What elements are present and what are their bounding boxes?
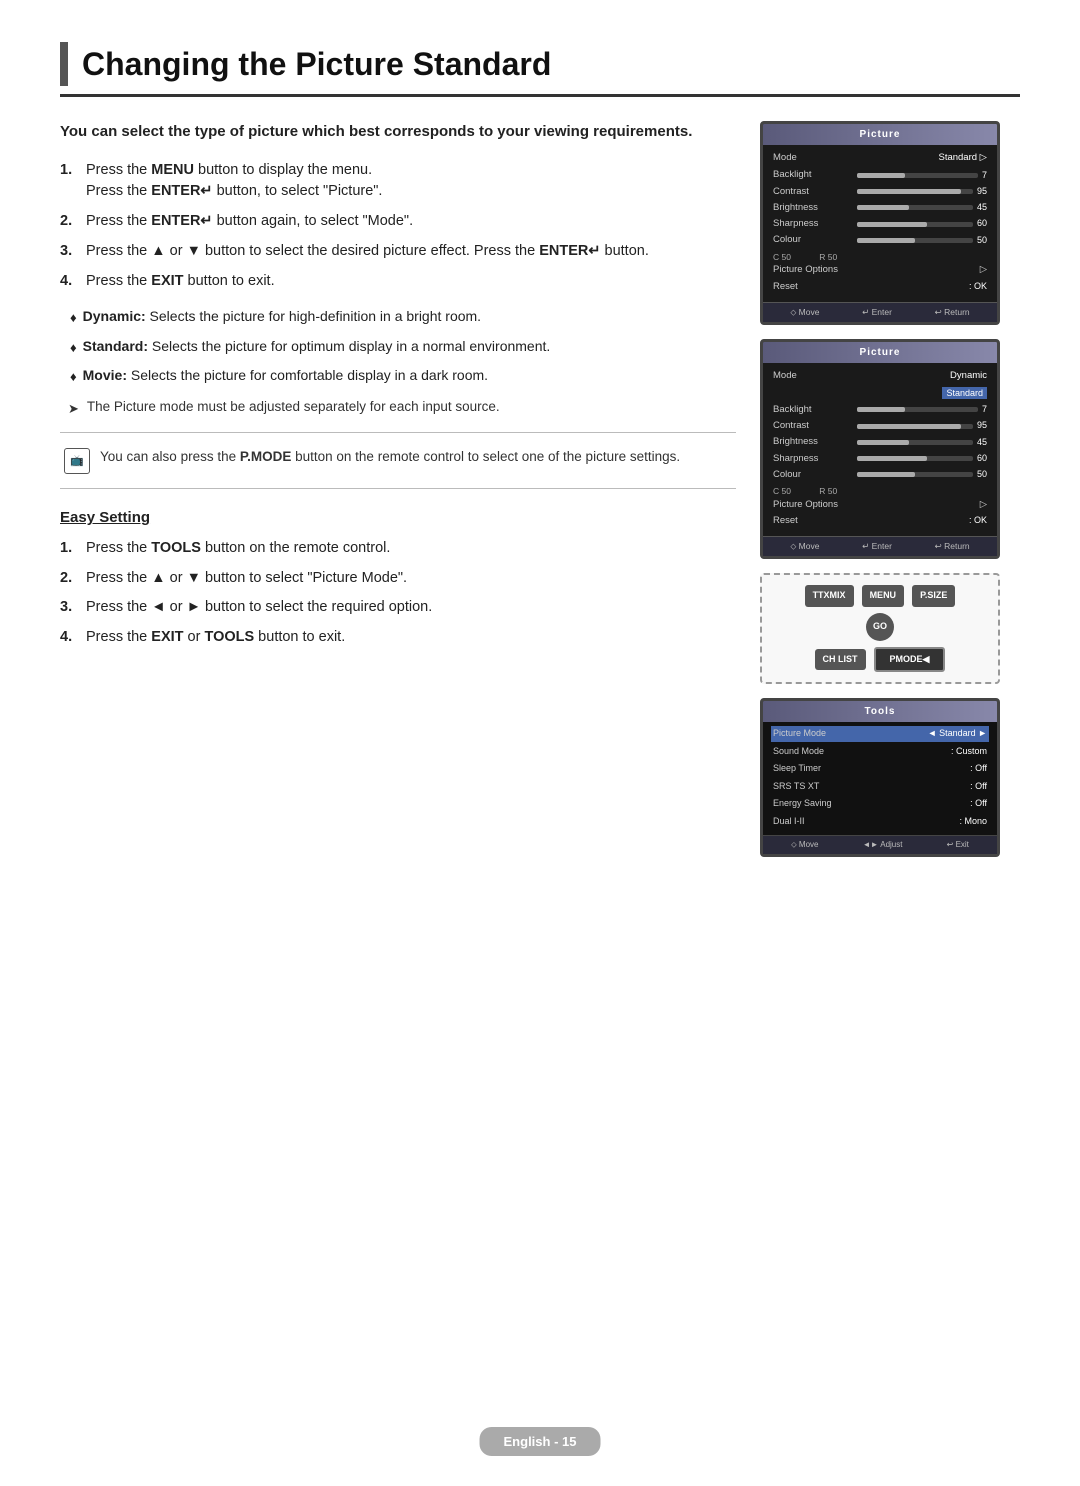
bullet-standard: ♦ Standard: Selects the picture for opti… xyxy=(70,336,736,358)
tools-row-picture-mode: Picture Mode ◄ Standard ► xyxy=(771,726,989,742)
separator xyxy=(60,432,736,433)
page: Changing the Picture Standard You can se… xyxy=(0,0,1080,1486)
bullet-dynamic: ♦ Dynamic: Selects the picture for high-… xyxy=(70,306,736,328)
tv-row2-sharpness: Sharpness 60 xyxy=(773,452,987,466)
tv-screen1-colour-range: C 50 R 50 xyxy=(773,251,987,264)
tv-screen2-picture-options: Picture Options ▷ xyxy=(773,498,987,512)
page-number: English - 15 xyxy=(480,1427,601,1457)
content-area: You can select the type of picture which… xyxy=(60,121,1020,857)
easy-step-1: 1. Press the TOOLS button on the remote … xyxy=(60,538,736,560)
tools-row-sound-mode: Sound Mode : Custom xyxy=(771,744,989,760)
tv-screen2-body: Mode Dynamic Standard Backlight 7 Contra… xyxy=(763,363,997,537)
remote-btn-menu: MENU xyxy=(862,585,905,607)
tools-screen-body: Picture Mode ◄ Standard ► Sound Mode : C… xyxy=(763,722,997,835)
page-title: Changing the Picture Standard xyxy=(82,40,551,88)
step-1: 1. Press the MENU button to display the … xyxy=(60,160,736,204)
tv-row-colour: Colour 50 xyxy=(773,233,987,247)
remote-btn-pmode[interactable]: PMODE◀ xyxy=(874,647,946,673)
right-column: Picture Mode Standard ▷ Backlight 7 Cont… xyxy=(760,121,1020,857)
step-3: 3. Press the ▲ or ▼ button to select the… xyxy=(60,241,736,263)
separator2 xyxy=(60,488,736,489)
easy-setting-steps: 1. Press the TOOLS button on the remote … xyxy=(60,538,736,649)
left-column: You can select the type of picture which… xyxy=(60,121,736,857)
tools-screen-header: Tools xyxy=(763,701,997,722)
tv-screen-2: Picture Mode Dynamic Standard Backlight … xyxy=(760,339,1000,560)
tools-row-energy: Energy Saving : Off xyxy=(771,796,989,812)
note-picture-mode: ➤ The Picture mode must be adjusted sepa… xyxy=(68,397,736,419)
tools-screen-footer: ⬦ Move ◄► Adjust ↩ Exit xyxy=(763,835,997,854)
remote-btn-chlist: CH LIST xyxy=(815,649,866,671)
tools-row-srs: SRS TS XT : Off xyxy=(771,779,989,795)
easy-step-3: 3. Press the ◄ or ► button to select the… xyxy=(60,597,736,619)
tv-screen2-colour-range: C 50 R 50 xyxy=(773,485,987,498)
picture-mode-bullets: ♦ Dynamic: Selects the picture for high-… xyxy=(70,306,736,387)
tv-screen2-header: Picture xyxy=(763,342,997,363)
remote-row-1: TTXMIX MENU P.SIZE xyxy=(805,585,956,607)
easy-step-2: 2. Press the ▲ or ▼ button to select "Pi… xyxy=(60,568,736,590)
main-steps-list: 1. Press the MENU button to display the … xyxy=(60,160,736,293)
tools-row-dual: Dual I-II : Mono xyxy=(771,814,989,830)
step-4: 4. Press the EXIT button to exit. xyxy=(60,271,736,293)
tv-screen2-standard-highlight: Standard xyxy=(773,386,987,401)
tv-row2-brightness: Brightness 45 xyxy=(773,435,987,449)
remote-btn-psize: P.SIZE xyxy=(912,585,955,607)
intro-text: You can select the type of picture which… xyxy=(60,121,736,144)
tv-screen1-mode-row: Mode Standard ▷ xyxy=(773,151,987,165)
bullet-movie: ♦ Movie: Selects the picture for comfort… xyxy=(70,365,736,387)
remote-btn-go: GO xyxy=(866,613,894,641)
tv-row-brightness: Brightness 45 xyxy=(773,201,987,215)
tools-screen: Tools Picture Mode ◄ Standard ► Sound Mo… xyxy=(760,698,1000,857)
title-accent xyxy=(60,42,68,86)
remote-btn-ttxmix: TTXMIX xyxy=(805,585,854,607)
easy-setting-title: Easy Setting xyxy=(60,507,736,530)
tv-screen1-footer: ⬦ Move ↵ Enter ↩ Return xyxy=(763,302,997,322)
tv-screen-1: Picture Mode Standard ▷ Backlight 7 Cont… xyxy=(760,121,1000,325)
remote-note: 📺 You can also press the P.MODE button o… xyxy=(64,447,736,474)
step-2: 2. Press the ENTER↵ button again, to sel… xyxy=(60,211,736,233)
tv-row-contrast: Contrast 95 xyxy=(773,185,987,199)
tv-row2-contrast: Contrast 95 xyxy=(773,419,987,433)
remote-control-mockup: TTXMIX MENU P.SIZE GO CH LIST PMODE◀ xyxy=(760,573,1000,684)
tv-screen1-picture-options: Picture Options ▷ xyxy=(773,263,987,277)
remote-row-2: GO xyxy=(866,613,894,641)
tools-row-sleep-timer: Sleep Timer : Off xyxy=(771,761,989,777)
remote-row-3: CH LIST PMODE◀ xyxy=(815,647,946,673)
remote-note-icon: 📺 xyxy=(64,448,90,474)
tv-row-backlight: Backlight 7 xyxy=(773,168,987,182)
tv-screen2-mode-row: Mode Dynamic xyxy=(773,369,987,383)
easy-step-4: 4. Press the EXIT or TOOLS button to exi… xyxy=(60,627,736,649)
tv-row-sharpness: Sharpness 60 xyxy=(773,217,987,231)
title-bar: Changing the Picture Standard xyxy=(60,40,1020,97)
tv-screen1-body: Mode Standard ▷ Backlight 7 Contrast 95 xyxy=(763,145,997,302)
tv-screen1-header: Picture xyxy=(763,124,997,145)
tv-row2-colour: Colour 50 xyxy=(773,468,987,482)
tv-screen2-footer: ⬦ Move ↵ Enter ↩ Return xyxy=(763,536,997,556)
tv-screen2-reset: Reset : OK xyxy=(773,514,987,528)
tv-screen1-reset: Reset : OK xyxy=(773,280,987,294)
tv-row2-backlight: Backlight 7 xyxy=(773,403,987,417)
